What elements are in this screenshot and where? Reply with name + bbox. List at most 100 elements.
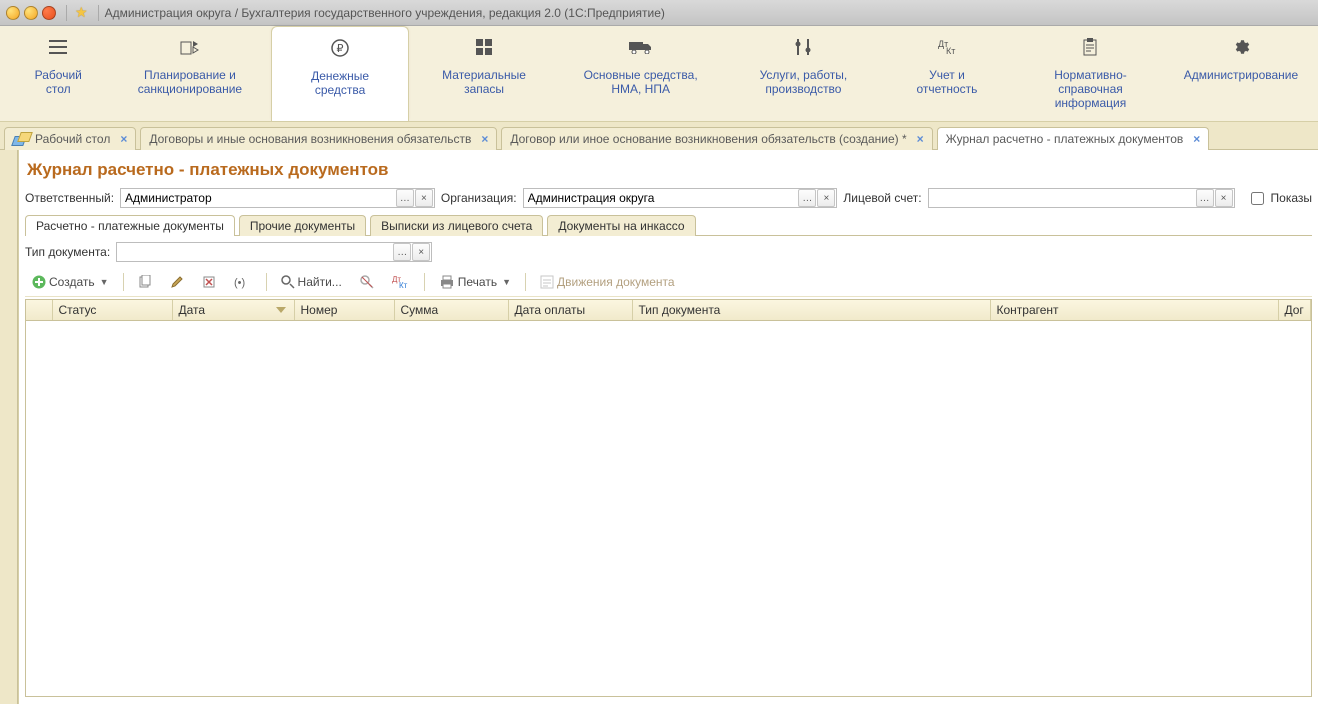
select-dialog-button[interactable]: …: [393, 243, 411, 261]
menu-icon: [49, 36, 67, 58]
svg-text:₽: ₽: [337, 43, 344, 55]
subtab-payment-docs[interactable]: Расчетно - платежные документы: [25, 215, 235, 236]
window-titlebar: ★ Администрация округа / Бухгалтерия гос…: [0, 0, 1318, 26]
col-doctype[interactable]: Тип документа: [632, 300, 990, 321]
select-dialog-button[interactable]: …: [798, 189, 816, 207]
search-icon: [281, 275, 295, 289]
tab-desktop[interactable]: Рабочий стол ×: [4, 127, 136, 151]
favorite-icon[interactable]: ★: [75, 4, 88, 21]
page-title: Журнал расчетно - платежных документов: [27, 160, 1312, 180]
section-assets[interactable]: Основные средства, НМА, НПА: [559, 26, 722, 121]
org-label: Организация:: [441, 191, 517, 205]
select-dialog-button[interactable]: …: [396, 189, 414, 207]
toolbar-separator: [525, 273, 526, 291]
show-checkbox-input[interactable]: [1251, 192, 1264, 205]
filter-row: Ответственный: … × Организация: … × Лице…: [25, 188, 1312, 208]
find-button[interactable]: Найти...: [274, 271, 349, 293]
planning-icon: [180, 36, 200, 58]
find-label: Найти...: [298, 275, 342, 289]
col-status[interactable]: Статус: [52, 300, 172, 321]
edit-button[interactable]: [163, 271, 191, 293]
window-minimize-button[interactable]: [24, 6, 38, 20]
doctype-row: Тип документа: … ×: [25, 242, 1312, 262]
toolbar: Создать ▼ (•) Найти... ДтКт Печать ▼ Дви…: [25, 268, 1312, 297]
subtab-incasso[interactable]: Документы на инкассо: [547, 215, 695, 236]
subtab-statements[interactable]: Выписки из лицевого счета: [370, 215, 543, 236]
printer-icon: [439, 275, 455, 289]
col-paydate[interactable]: Дата оплаты: [508, 300, 632, 321]
clipboard-icon: [1083, 36, 1097, 58]
section-label: Основные средства, НМА, НПА: [573, 68, 708, 96]
copy-button[interactable]: [131, 271, 159, 293]
col-number[interactable]: Номер: [294, 300, 394, 321]
window-close-button[interactable]: [42, 6, 56, 20]
subtabs: Расчетно - платежные документы Прочие до…: [25, 214, 1312, 236]
close-icon[interactable]: ×: [917, 132, 924, 146]
section-planning[interactable]: Планирование и санкционирование: [109, 26, 272, 121]
delete-mark-icon: [202, 275, 216, 289]
subtab-other-docs[interactable]: Прочие документы: [239, 215, 366, 236]
documents-grid[interactable]: Статус Дата Номер Сумма Дата оплаты Тип …: [25, 299, 1312, 697]
left-gutter: [0, 150, 18, 704]
close-icon[interactable]: ×: [481, 132, 488, 146]
grid-icon: [476, 36, 492, 58]
responsible-field[interactable]: … ×: [120, 188, 435, 208]
org-input[interactable]: [524, 189, 799, 207]
grid-header: Статус Дата Номер Сумма Дата оплаты Тип …: [26, 300, 1311, 321]
print-button[interactable]: Печать ▼: [432, 271, 518, 293]
truck-icon: [629, 36, 653, 58]
tab-contracts[interactable]: Договоры и иные основания возникновения …: [140, 127, 497, 151]
desktop-icon: [13, 132, 29, 146]
doctype-input[interactable]: [117, 243, 393, 261]
toolbar-separator: [424, 273, 425, 291]
ruble-icon: ₽: [331, 37, 349, 59]
cancel-search-icon: [360, 275, 374, 289]
section-materials[interactable]: Материальные запасы: [409, 26, 559, 121]
section-services[interactable]: Услуги, работы, производство: [722, 26, 885, 121]
close-icon[interactable]: ×: [120, 132, 127, 146]
select-dialog-button[interactable]: …: [1196, 189, 1214, 207]
report-icon: ДтКт: [938, 36, 956, 58]
tab-label: Договор или иное основание возникновения…: [510, 132, 906, 146]
app-logo-icon: [6, 6, 20, 20]
tab-contract-create[interactable]: Договор или иное основание возникновения…: [501, 127, 932, 151]
doctype-field[interactable]: … ×: [116, 242, 432, 262]
delete-button[interactable]: [195, 271, 223, 293]
grid-body-empty[interactable]: [26, 321, 1311, 697]
account-field[interactable]: … ×: [928, 188, 1235, 208]
show-checkbox[interactable]: Показы: [1247, 189, 1312, 208]
clear-button[interactable]: ×: [415, 189, 433, 207]
svg-text:Кт: Кт: [946, 46, 955, 55]
col-sum[interactable]: Сумма: [394, 300, 508, 321]
section-admin[interactable]: Администрирование: [1172, 26, 1310, 121]
col-counterparty[interactable]: Контрагент: [990, 300, 1278, 321]
col-marker[interactable]: [26, 300, 52, 321]
clear-button[interactable]: ×: [1215, 189, 1233, 207]
close-icon[interactable]: ×: [1193, 132, 1200, 146]
section-money[interactable]: ₽ Денежные средства: [271, 26, 409, 121]
section-desktop[interactable]: Рабочий стол: [8, 26, 109, 121]
section-reference[interactable]: Нормативно-справочная информация: [1009, 26, 1172, 121]
chevron-down-icon: ▼: [100, 277, 109, 287]
section-label: Услуги, работы, производство: [736, 68, 871, 96]
dtkt-button[interactable]: ДтКт: [385, 271, 417, 293]
col-contract[interactable]: Дог: [1278, 300, 1311, 321]
gear-icon: [1232, 36, 1250, 58]
dtkt-icon: ДтКт: [392, 275, 410, 289]
doctype-label: Тип документа:: [25, 245, 110, 259]
print-label: Печать: [458, 275, 497, 289]
chevron-down-icon: ▼: [502, 277, 511, 287]
org-field[interactable]: … ×: [523, 188, 838, 208]
account-input[interactable]: [929, 189, 1196, 207]
movements-button[interactable]: Движения документа: [533, 271, 682, 293]
responsible-input[interactable]: [121, 189, 396, 207]
create-button[interactable]: Создать ▼: [25, 271, 116, 293]
clear-button[interactable]: ×: [412, 243, 430, 261]
section-reporting[interactable]: ДтКт Учет и отчетность: [885, 26, 1009, 121]
clear-button[interactable]: ×: [817, 189, 835, 207]
interval-button[interactable]: (•): [227, 271, 259, 293]
tab-payments-journal[interactable]: Журнал расчетно - платежных документов ×: [937, 127, 1210, 151]
cancel-search-button[interactable]: [353, 271, 381, 293]
col-date[interactable]: Дата: [172, 300, 294, 321]
copy-icon: [138, 275, 152, 289]
